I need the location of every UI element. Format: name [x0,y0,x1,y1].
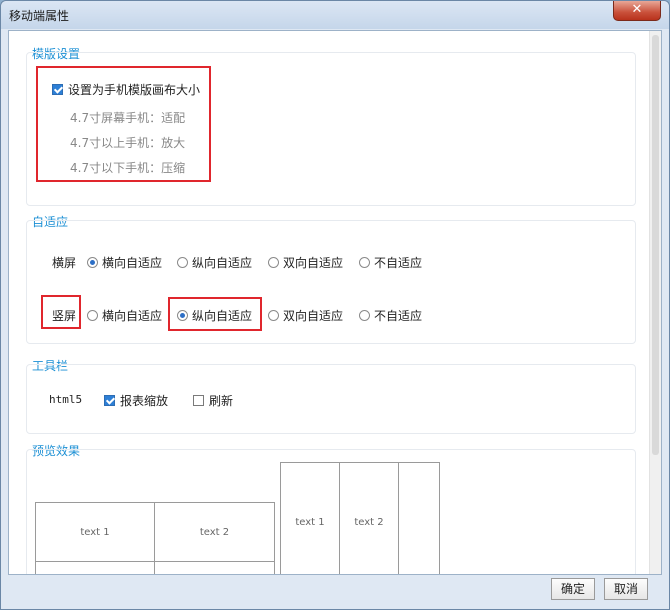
highlight-portrait-label [41,295,81,329]
landscape-radio-none[interactable]: 不自适应 [359,254,422,271]
cancel-button[interactable]: 取消 [604,578,648,600]
vertical-scrollbar[interactable] [649,31,661,574]
radio-selected-icon [87,257,98,268]
title-bar[interactable]: 移动端属性 ✕ [1,1,669,29]
portrait-radio-both[interactable]: 双向自适应 [268,307,343,324]
radio-icon [268,257,279,268]
portrait-radio-none[interactable]: 不自适应 [359,307,422,324]
landscape-radio-both[interactable]: 双向自适应 [268,254,343,271]
radio-icon [177,257,188,268]
preview-cell-landscape-2: text 2 [154,502,275,562]
dialog-title: 移动端属性 [9,9,70,23]
highlight-portrait-vertical [168,297,262,331]
preview-cell-portrait-3 [398,462,440,574]
portrait-radio-horizontal[interactable]: 横向自适应 [87,307,162,324]
checkbox-checked-icon [104,395,115,406]
close-button[interactable]: ✕ [613,1,661,21]
preview-cell-landscape-1: text 1 [35,502,155,562]
landscape-radio-vertical[interactable]: 纵向自适应 [177,254,252,271]
dialog-window: 移动端属性 ✕ 模版设置 设置为手机模版画布大小 4.7寸屏幕手机：适配 4.7… [0,0,670,610]
preview-cell-landscape-3 [35,561,155,574]
landscape-label: 横屏 [52,256,77,270]
preview-cell-portrait-2: text 2 [339,462,399,574]
radio-icon [87,310,98,321]
radio-icon [268,310,279,321]
adaptive-group [26,220,636,344]
radio-icon [359,310,370,321]
landscape-radio-horizontal[interactable]: 横向自适应 [87,254,162,271]
dialog-content: 模版设置 设置为手机模版画布大小 4.7寸屏幕手机：适配 4.7寸以上手机：放大… [8,30,662,575]
preview-cell-portrait-1: text 1 [280,462,340,574]
checkbox-icon [193,395,204,406]
refresh-checkbox[interactable]: 刷新 [193,392,233,409]
highlight-template-box [36,66,211,182]
radio-icon [359,257,370,268]
scroll-thumb[interactable] [652,35,659,455]
ok-button[interactable]: 确定 [551,578,595,600]
preview-cell-landscape-4 [154,561,275,574]
platform-label: html5 [49,393,83,406]
report-zoom-checkbox[interactable]: 报表缩放 [104,392,168,409]
